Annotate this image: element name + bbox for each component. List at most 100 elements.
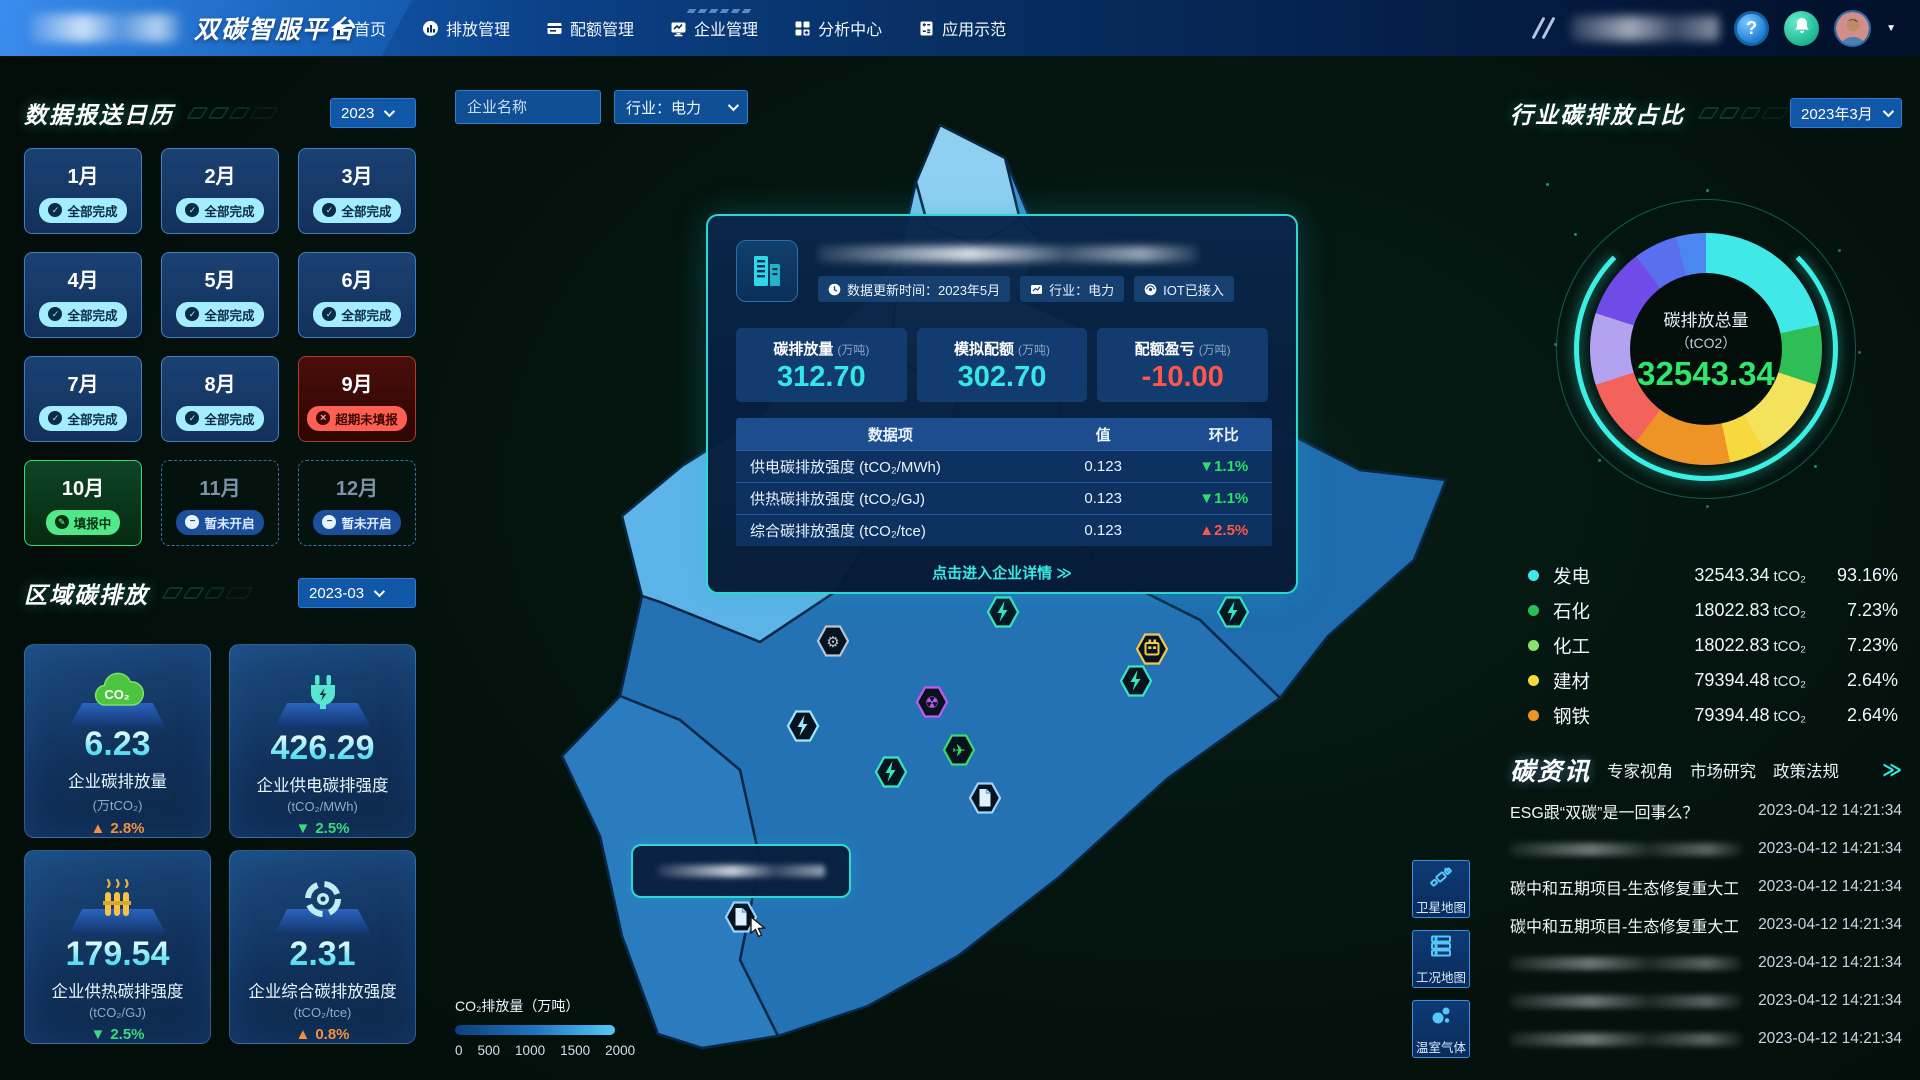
- news-tab-expert[interactable]: 专家视角: [1607, 758, 1673, 782]
- chevron-down-icon: [374, 586, 385, 597]
- nav-item-analysis[interactable]: 分析中心: [794, 16, 882, 40]
- quota-icon: [546, 20, 563, 37]
- news-item[interactable]: ESG跟“双碳”是一回事么？ 2023-04-12 14:21:34: [1510, 792, 1902, 830]
- metric-card-power-supply: 426.29 企业供电碳排强度 (tCO₂/MWh) 2.5%: [229, 644, 416, 838]
- month-card-jul[interactable]: 7月全部完成: [24, 356, 142, 442]
- legend-item-building-materials[interactable]: 建材 79394.48tCO₂ 2.64%: [1528, 663, 1898, 698]
- avatar[interactable]: [1834, 10, 1871, 47]
- pencil-circle-icon: [55, 515, 69, 529]
- news-item[interactable]: 碳中和五期项目-生态修复重大工程... 2023-04-12 14:21:34: [1510, 868, 1902, 906]
- industry-legend: 发电 32543.34tCO₂ 93.16% 石化 18022.83tCO₂ 7…: [1528, 558, 1898, 733]
- status-badge: 超期未填报: [307, 406, 407, 431]
- industry-donut-chart: 碳排放总量 （tCO2） 32543.34: [1546, 183, 1866, 515]
- help-button[interactable]: ?: [1734, 11, 1769, 46]
- check-circle-icon: [322, 307, 336, 321]
- region-panel-title: 区域碳排放: [24, 576, 149, 610]
- company-name-redacted: [818, 246, 1198, 262]
- nav-item-emission[interactable]: 排放管理: [422, 16, 510, 40]
- industry-badge: 行业：电力: [1020, 276, 1124, 302]
- bell-icon: [1793, 16, 1811, 40]
- status-badge: 暂未开启: [313, 510, 400, 535]
- month-card-aug[interactable]: 8月全部完成: [161, 356, 279, 442]
- legend-dot: [1528, 710, 1539, 721]
- month-card-apr[interactable]: 4月全部完成: [24, 252, 142, 338]
- news-title-redacted: [1510, 843, 1742, 856]
- layer-button-operating[interactable]: 工况地图: [1412, 930, 1470, 988]
- table-header-row: 数据项 值 环比: [736, 418, 1272, 450]
- layer-button-ghg[interactable]: 温室气体: [1412, 1000, 1470, 1058]
- map-marker-power-plant[interactable]: [1215, 593, 1251, 631]
- news-item[interactable]: 2023-04-12 14:21:34: [1510, 944, 1902, 982]
- map-tooltip: [631, 844, 851, 898]
- month-card-jun[interactable]: 6月全部完成: [298, 252, 416, 338]
- month-card-may[interactable]: 5月全部完成: [161, 252, 279, 338]
- nav-item-demo[interactable]: 应用示范: [918, 16, 1006, 40]
- month-card-feb[interactable]: 2月全部完成: [161, 148, 279, 234]
- news-item[interactable]: 2023-04-12 14:21:34: [1510, 830, 1902, 868]
- industry-panel-header: 行业碳排放占比 2023年3月: [1510, 96, 1902, 130]
- map-filter-row: 行业：电力: [455, 90, 748, 124]
- map-marker-factory[interactable]: ⚙: [815, 622, 851, 660]
- map-marker-airport[interactable]: ✈: [941, 731, 977, 769]
- map-marker-power-plant[interactable]: [1118, 662, 1154, 700]
- notifications-button[interactable]: [1784, 11, 1819, 46]
- status-badge: 填报中: [46, 510, 121, 535]
- news-tab-market[interactable]: 市场研究: [1690, 758, 1756, 782]
- demo-icon: [918, 20, 935, 37]
- table-row: 综合碳排放强度 (tCO₂/tce) 0.123 2.5%: [736, 514, 1272, 546]
- enter-company-detail-link[interactable]: 点击进入企业详情 ≫: [736, 562, 1268, 583]
- industry-period-select[interactable]: 2023年3月: [1790, 98, 1902, 128]
- industry-tag-icon: [1030, 283, 1043, 296]
- legend-item-steel[interactable]: 钢铁 79394.48tCO₂ 2.64%: [1528, 698, 1898, 733]
- nav-item-quota[interactable]: 配额管理: [546, 16, 634, 40]
- analysis-icon: [794, 20, 811, 37]
- check-circle-icon: [185, 203, 199, 217]
- minus-circle-icon: [322, 515, 336, 529]
- legend-item-chemical[interactable]: 化工 18022.83tCO₂ 7.23%: [1528, 628, 1898, 663]
- popup-badges: 数据更新时间：2023年5月 行业：电力 IOT已接入: [818, 276, 1234, 302]
- news-list: ESG跟“双碳”是一回事么？ 2023-04-12 14:21:34 2023-…: [1510, 792, 1902, 1058]
- legend-item-petrochemical[interactable]: 石化 18022.83tCO₂ 7.23%: [1528, 593, 1898, 628]
- title-decor: [190, 107, 275, 119]
- month-card-sep[interactable]: 9月超期未填报: [298, 356, 416, 442]
- month-card-oct[interactable]: 10月填报中: [24, 460, 142, 546]
- month-card-nov[interactable]: 11月暂未开启: [161, 460, 279, 546]
- layer-button-satellite[interactable]: 卫星地图: [1412, 860, 1470, 918]
- news-item[interactable]: 2023-04-12 14:21:34: [1510, 1020, 1902, 1058]
- month-card-dec[interactable]: 12月暂未开启: [298, 460, 416, 546]
- map-marker-power-plant[interactable]: [985, 593, 1021, 631]
- map-marker-document[interactable]: [967, 779, 1003, 817]
- status-badge: 暂未开启: [176, 510, 263, 535]
- dashboard-screen: 双碳智服平台 首页 排放管理 配额管理 企业管理 分析中心: [0, 0, 1920, 1080]
- metric-card-comprehensive: 2.31 企业综合碳排放强度 (tCO₂/tce) 0.8%: [229, 850, 416, 1044]
- status-badge: 全部完成: [313, 302, 400, 327]
- account-caret-icon[interactable]: ▼: [1886, 23, 1896, 34]
- month-card-jan[interactable]: 1月全部完成: [24, 148, 142, 234]
- calendar-year-select[interactable]: 2023: [330, 98, 416, 128]
- target-icon: [300, 861, 346, 923]
- news-more-arrow[interactable]: ≫: [1882, 759, 1902, 782]
- legend-item-power[interactable]: 发电 32543.34tCO₂ 93.16%: [1528, 558, 1898, 593]
- news-item[interactable]: 碳中和五期项目-生态修复重大工程 2023-04-12 14:21:34: [1510, 906, 1902, 944]
- news-item[interactable]: 2023-04-12 14:21:34: [1510, 982, 1902, 1020]
- region-metric-grid: CO₂ 6.23 企业碳排放量 (万tCO₂) 2.8% 426.29 企业供电…: [24, 644, 416, 1044]
- nav-item-enterprise[interactable]: 企业管理: [670, 16, 758, 40]
- industry-select[interactable]: 行业：电力: [614, 90, 748, 124]
- map-marker-power-plant[interactable]: [873, 753, 909, 791]
- check-circle-icon: [48, 203, 62, 217]
- map-marker-power-plant[interactable]: [785, 707, 821, 745]
- nav-item-home[interactable]: 首页: [330, 16, 386, 40]
- month-card-mar[interactable]: 3月全部完成: [298, 148, 416, 234]
- news-tab-policy[interactable]: 政策法规: [1773, 758, 1839, 782]
- region-panel-header: 区域碳排放 2023-03: [24, 576, 416, 610]
- stat-emission: 碳排放量(万吨) 312.70: [736, 328, 907, 402]
- gradient-bar: [455, 1025, 615, 1035]
- legend-ticks: 0500100015002000: [455, 1043, 635, 1058]
- decor-dots: [1546, 183, 1549, 186]
- region-period-select[interactable]: 2023-03: [298, 578, 416, 608]
- industry-panel-title: 行业碳排放占比: [1510, 96, 1685, 130]
- company-search-input[interactable]: [455, 90, 601, 124]
- co2-cloud-icon: CO₂: [89, 655, 147, 713]
- status-badge: 全部完成: [39, 406, 126, 431]
- map-marker-nuclear[interactable]: ☢: [914, 683, 950, 721]
